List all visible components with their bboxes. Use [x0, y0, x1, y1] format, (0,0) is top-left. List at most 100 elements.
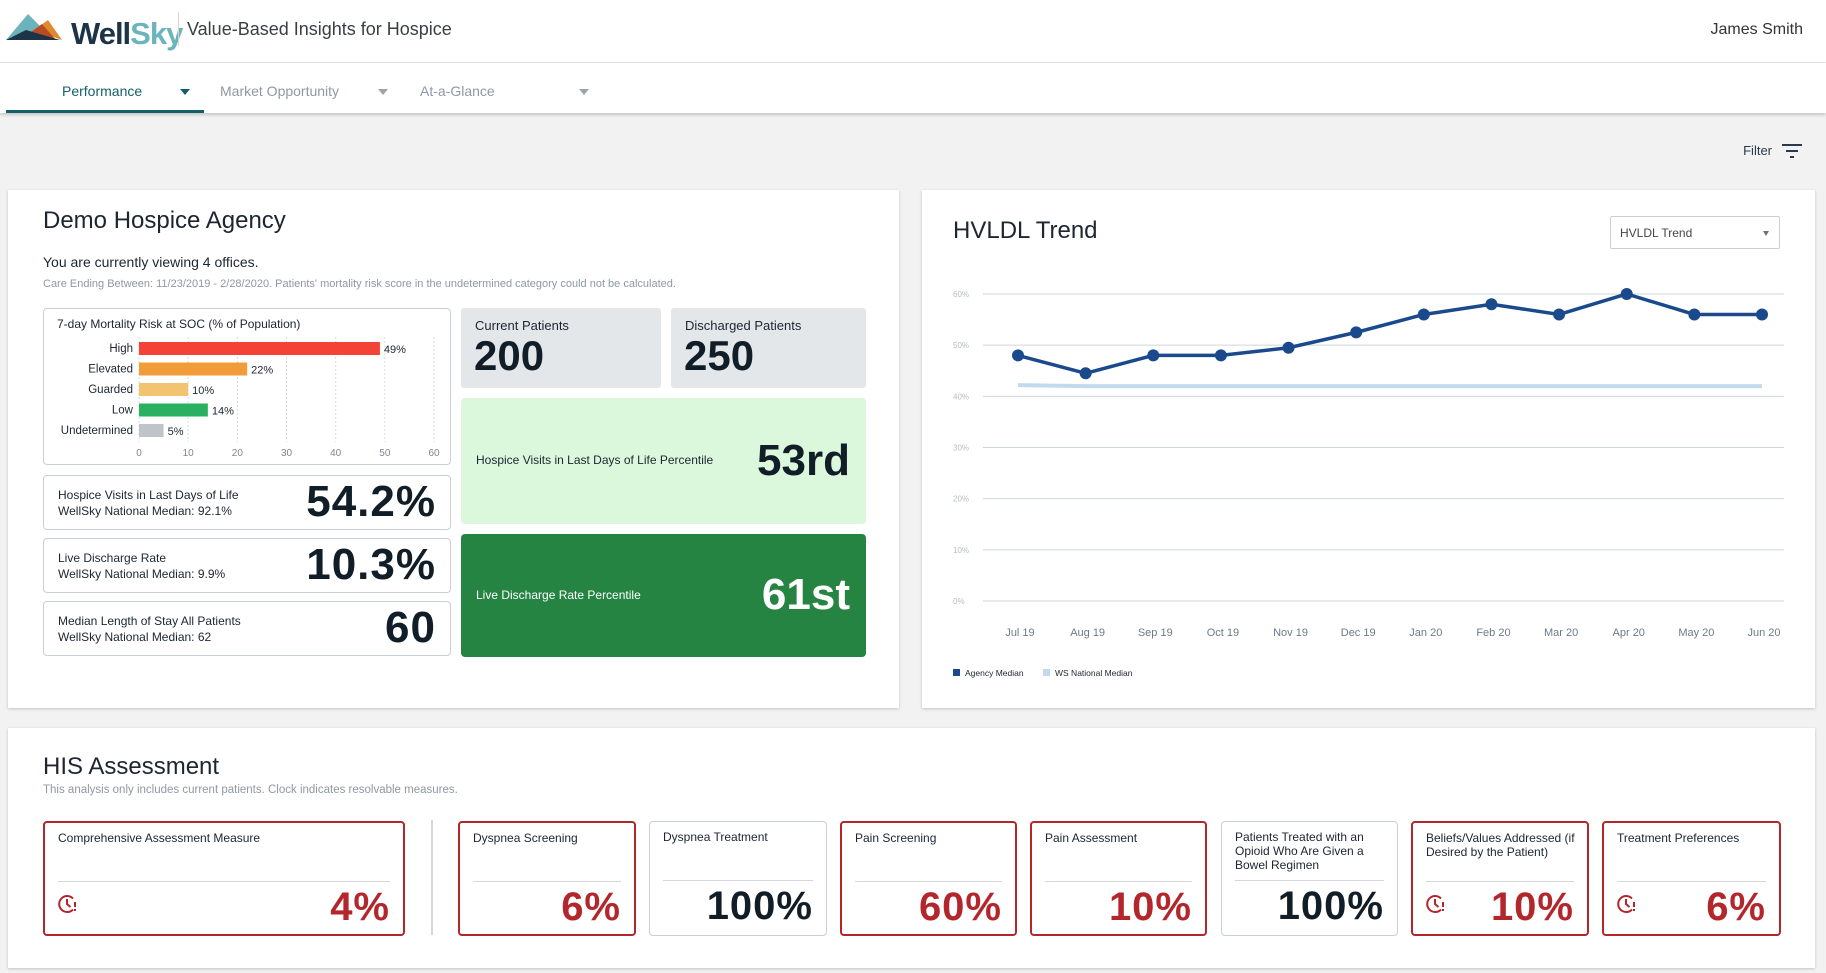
his-tile[interactable]: Patients Treated with an Opioid Who Are … — [1221, 821, 1398, 936]
discharged-patients-box: Discharged Patients 250 — [671, 308, 866, 388]
current-patients-label: Current Patients — [475, 318, 569, 333]
bar-category-label: Guarded — [88, 384, 133, 396]
current-patients-box: Current Patients 200 — [461, 308, 661, 388]
tab-market-opportunity[interactable]: Market Opportunity — [210, 63, 396, 113]
user-menu[interactable]: James Smith — [1711, 21, 1803, 39]
his-tile[interactable]: Pain Screening 60% — [840, 821, 1017, 936]
top-header: WellSky Value-Based Insights for Hospice… — [0, 0, 1826, 63]
data-point — [1485, 298, 1498, 311]
current-patients-value: 200 — [474, 332, 545, 379]
series-line-ws-national-median — [1017, 383, 1762, 389]
x-tick-label: Mar 20 — [1544, 627, 1578, 639]
tab-at-a-glance[interactable]: At-a-Glance — [410, 63, 596, 113]
data-point — [1350, 326, 1363, 339]
metric-median: WellSky National Median: 62 — [58, 630, 212, 644]
x-tick-label: 0 — [136, 448, 142, 459]
metric-title: Hospice Visits in Last Days of Life — [58, 488, 239, 502]
data-point — [1282, 341, 1295, 354]
filter-button[interactable]: Filter — [1743, 143, 1802, 158]
data-point — [1012, 349, 1024, 362]
clock-alert-icon — [58, 895, 76, 913]
his-tile-value: 10% — [1108, 885, 1192, 929]
y-tick-label: 40% — [953, 392, 969, 401]
his-tile[interactable]: Beliefs/Values Addressed (if Desired by … — [1411, 821, 1589, 936]
x-tick-label: Nov 19 — [1273, 627, 1308, 639]
his-tile[interactable]: Pain Assessment 10% — [1030, 821, 1207, 936]
y-tick-label: 50% — [953, 341, 969, 350]
his-tile-divider — [473, 881, 621, 882]
app-title: Value-Based Insights for Hospice — [187, 19, 452, 39]
his-tile[interactable]: Dyspnea Treatment 100% — [649, 821, 827, 936]
his-tile-divider — [855, 881, 1002, 882]
hvldl-trend-chart: 0% 10% 20% 30% 40% 50% 60% Jul 19 Aug 19 Sep 19 Oc… — [953, 288, 1784, 678]
x-tick-label: Oct 19 — [1207, 627, 1239, 639]
metric-label: Median Length of Stay All Patients WellSk… — [58, 613, 241, 645]
x-tick-label: Sep 19 — [1138, 627, 1173, 639]
bar-data-label: 49% — [384, 344, 406, 356]
bar-category-label: Undetermined — [61, 425, 133, 437]
tab-performance[interactable]: Performance — [6, 63, 204, 113]
x-tick-label: Apr 20 — [1613, 627, 1645, 639]
filter-icon — [1782, 143, 1802, 158]
x-tick-label: 20 — [232, 448, 244, 459]
y-tick-label: 20% — [953, 495, 969, 504]
x-tick-label: Jul 19 — [1005, 627, 1034, 639]
header-divider — [178, 12, 179, 46]
data-point — [1620, 288, 1633, 300]
x-tick-label: Feb 20 — [1476, 627, 1510, 639]
filter-label: Filter — [1743, 143, 1772, 158]
his-tile-value: 4% — [330, 885, 390, 929]
chevron-down-icon[interactable] — [378, 89, 388, 95]
metric-title: Median Length of Stay All Patients — [58, 614, 241, 628]
his-tile[interactable]: Comprehensive Assessment Measure 4% — [43, 821, 405, 936]
legend-swatch — [953, 669, 960, 676]
metric-label: Live Discharge Rate WellSky National Medi… — [58, 550, 225, 582]
his-tile-value: 100% — [1277, 884, 1384, 928]
bar-guarded — [139, 383, 189, 396]
metric-live-discharge: Live Discharge Rate WellSky National Medi… — [43, 538, 451, 593]
his-tile-value: 60% — [918, 885, 1002, 929]
tab-label: Market Opportunity — [220, 83, 340, 99]
his-assessment-card: HIS Assessment This analysis only includ… — [8, 728, 1815, 968]
chevron-down-icon[interactable] — [180, 89, 190, 95]
his-tile-value: 100% — [706, 884, 813, 928]
his-tile-divider — [663, 880, 813, 881]
metric-value: 54.2% — [306, 477, 436, 526]
bar-data-label: 22% — [251, 365, 273, 377]
clock-alert-icon — [1617, 895, 1635, 913]
metric-median: WellSky National Median: 9.9% — [58, 567, 226, 581]
data-point — [1417, 308, 1430, 321]
y-tick-label: 0% — [953, 597, 965, 606]
his-title: HIS Assessment — [43, 753, 220, 780]
wellsky-logo[interactable]: WellSky — [6, 10, 183, 51]
data-point — [1214, 349, 1227, 362]
x-tick-label: 10 — [183, 448, 195, 459]
percentile-label: Hospice Visits in Last Days of Life Perc… — [476, 453, 714, 467]
discharged-patients-label: Discharged Patients — [685, 318, 802, 333]
x-tick-label: 40 — [330, 448, 342, 459]
data-point — [1756, 308, 1768, 321]
legend-label: WS National Median — [1055, 668, 1133, 678]
his-subtitle: This analysis only includes current pati… — [43, 784, 458, 796]
his-tile[interactable]: Treatment Preferences 6% — [1602, 821, 1781, 936]
brand-part2: Sky — [130, 16, 183, 51]
his-divider — [431, 820, 433, 935]
metric-median: WellSky National Median: 92.1% — [58, 504, 232, 518]
tab-label: At-a-Glance — [420, 83, 495, 99]
x-tick-label: Aug 19 — [1070, 627, 1105, 639]
bar-data-label: 10% — [192, 385, 214, 397]
data-point — [1147, 349, 1160, 362]
metric-title: Live Discharge Rate — [58, 551, 167, 565]
chevron-down-icon[interactable] — [579, 89, 589, 95]
his-tile-divider — [1045, 881, 1192, 882]
his-tile[interactable]: Dyspnea Screening 6% — [458, 821, 636, 936]
data-point — [1079, 367, 1092, 380]
x-tick-label: 50 — [379, 448, 391, 459]
mortality-risk-chart: 0 10 20 30 40 50 60 High 49% Elevated 22% Guarded 10… — [61, 337, 440, 459]
legend-swatch — [1043, 669, 1050, 676]
x-tick-label: 30 — [281, 448, 293, 459]
x-tick-label: 60 — [428, 448, 440, 459]
agency-title: Demo Hospice Agency — [43, 207, 286, 234]
y-tick-label: 60% — [953, 290, 969, 299]
logo-mountain-icon — [6, 14, 62, 40]
